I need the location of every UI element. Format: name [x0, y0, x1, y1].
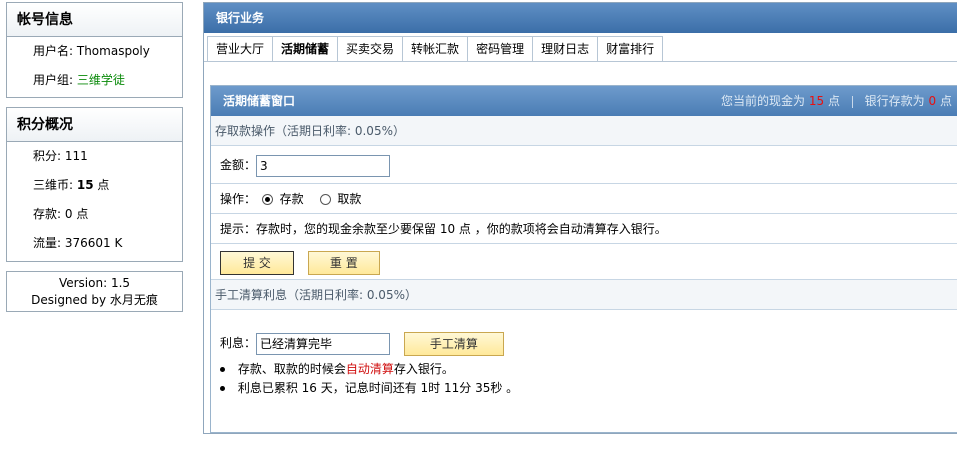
- submit-button[interactable]: 提 交: [220, 250, 294, 275]
- bank-panel-title: 银行业务: [204, 3, 957, 33]
- username-value: Thomaspoly: [76, 44, 150, 58]
- score-row: 积分: 111: [7, 142, 182, 171]
- designer-credit: Designed by 水月无痕: [31, 293, 158, 307]
- deposit-value: 0 点: [64, 207, 89, 221]
- points-overview-panel: 积分概况 积分: 111 三维币: 15 点 存款: 0 点 流量: 37660…: [6, 107, 183, 262]
- cash-unit: 点: [828, 94, 841, 108]
- account-info-panel: 帐号信息 用户名: Thomaspoly 用户组: 三维学徒: [6, 2, 183, 98]
- traffic-row: 流量: 376601 K: [7, 229, 182, 258]
- amount-row: 金额： 3: [211, 146, 957, 184]
- interest-input[interactable]: 已经清算完毕: [256, 332, 391, 355]
- deposit-buttons-row: 提 交 重 置: [211, 244, 957, 280]
- usergroup-label: 用户组:: [33, 73, 74, 87]
- tab-wealth-ranking[interactable]: 财富排行: [597, 36, 664, 62]
- coins-row: 三维币: 15 点: [7, 171, 182, 200]
- auto-settle-note: 存款、取款的时候会自动清算存入银行。: [211, 360, 957, 379]
- note1-prefix: 存款、取款的时候会: [237, 362, 346, 376]
- bank-tabs: 营业大厅 活期储蓄 买卖交易 转帐汇款 密码管理 理财日志 财富排行: [207, 36, 664, 62]
- interest-accumulated-text: 利息已累积 16 天，记息时间还有 1时 11分 35秒 。: [237, 381, 519, 395]
- coins-label: 三维币:: [33, 178, 74, 192]
- bank-prefix: 银行存款为: [864, 94, 925, 108]
- status-separator: [851, 95, 853, 108]
- hint-row: 提示：存款时，您的现金余款至少要保留 10 点 ，你的款项将会自动清算存入银行。: [211, 214, 957, 244]
- traffic-value: 376601 K: [64, 236, 123, 250]
- usergroup-value[interactable]: 三维学徒: [77, 73, 125, 87]
- tab-transfer[interactable]: 转帐汇款: [402, 36, 469, 62]
- score-value: 111: [64, 149, 88, 163]
- savings-window-title: 活期储蓄窗口: [223, 94, 296, 108]
- interest-accumulated-note: 利息已累积 16 天，记息时间还有 1时 11分 35秒 。: [211, 379, 957, 398]
- deposit-label: 存款:: [33, 207, 62, 221]
- deposit-radio[interactable]: [261, 194, 273, 205]
- operation-label: 操作：: [220, 192, 257, 206]
- deposit-section-title: 存取款操作（活期日利率: 0.05%）: [211, 116, 957, 146]
- deposit-row: 存款: 0 点: [7, 200, 182, 229]
- withdraw-radio-label[interactable]: 取款: [337, 192, 361, 206]
- bullet-icon: [220, 367, 225, 372]
- tab-demand-savings[interactable]: 活期储蓄: [272, 36, 339, 62]
- bullet-icon: [220, 386, 225, 391]
- username-row: 用户名: Thomaspoly: [7, 37, 182, 66]
- bank-value: 0: [928, 94, 937, 108]
- interest-section-title: 手工清算利息（活期日利率: 0.05%）: [211, 280, 957, 310]
- version-text: Version: 1.5: [58, 276, 131, 290]
- withdraw-radio[interactable]: [319, 194, 331, 205]
- deposit-hint: 提示：存款时，您的现金余款至少要保留 10 点 ，你的款项将会自动清算存入银行。: [220, 222, 667, 236]
- tab-lobby[interactable]: 营业大厅: [207, 36, 274, 62]
- tab-divider: [204, 61, 957, 62]
- reset-button[interactable]: 重 置: [307, 250, 380, 275]
- auto-settle-link[interactable]: 自动清算: [346, 362, 394, 376]
- bank-main-panel: 银行业务 营业大厅 活期储蓄 买卖交易 转帐汇款 密码管理 理财日志 财富排行 …: [203, 2, 957, 434]
- tab-password[interactable]: 密码管理: [467, 36, 534, 62]
- deposit-radio-label[interactable]: 存款: [280, 192, 304, 206]
- usergroup-row: 用户组: 三维学徒: [7, 66, 182, 95]
- interest-label: 利息：: [220, 336, 257, 350]
- savings-window: 活期储蓄窗口 您当前的现金为 15 点 银行存款为 0 点 存取款操作（活期日利…: [210, 85, 957, 433]
- savings-window-header: 活期储蓄窗口 您当前的现金为 15 点 银行存款为 0 点: [211, 86, 957, 116]
- points-overview-title: 积分概况: [7, 108, 182, 142]
- manual-settle-button[interactable]: 手工清算: [403, 331, 504, 356]
- coins-unit: 点: [97, 178, 110, 192]
- traffic-label: 流量:: [33, 236, 62, 250]
- interest-row: 利息： 已经清算完毕 手工清算: [211, 310, 957, 360]
- tab-finance-log[interactable]: 理财日志: [532, 36, 599, 62]
- cash-value: 15: [808, 94, 825, 108]
- score-label: 积分:: [33, 149, 62, 163]
- version-panel: Version: 1.5 Designed by 水月无痕: [6, 271, 183, 312]
- account-info-title: 帐号信息: [7, 3, 182, 37]
- tab-trading[interactable]: 买卖交易: [337, 36, 404, 62]
- balance-status: 您当前的现金为 15 点 银行存款为 0 点: [721, 86, 952, 116]
- cash-prefix: 您当前的现金为: [721, 94, 806, 108]
- note1-suffix: 存入银行。: [393, 362, 454, 376]
- coins-value: 15: [76, 178, 94, 192]
- amount-label: 金额：: [220, 158, 257, 172]
- operation-row: 操作： 存款 取款: [211, 184, 957, 214]
- username-label: 用户名:: [33, 44, 74, 58]
- bank-unit: 点: [939, 94, 952, 108]
- amount-input[interactable]: 3: [256, 154, 391, 177]
